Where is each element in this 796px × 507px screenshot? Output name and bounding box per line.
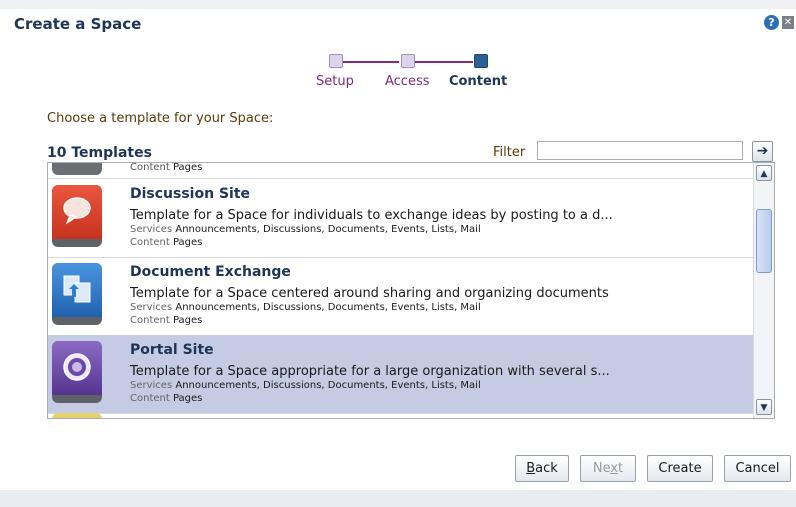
template-thumbnail xyxy=(52,341,102,403)
content-value: Pages xyxy=(172,162,203,173)
train-connector xyxy=(343,61,399,63)
content-label: Content xyxy=(130,393,170,404)
template-count: 10 Templates xyxy=(47,145,152,161)
next-label-prefix: Ne xyxy=(592,461,611,476)
list-item[interactable]: Content Pages xyxy=(48,163,754,179)
content-line: Content Pages xyxy=(130,162,203,173)
train-stop-content xyxy=(474,54,488,68)
template-description: Template for a Space centered around sha… xyxy=(130,286,609,301)
template-item-document-exchange[interactable]: Document Exchange Template for a Space c… xyxy=(48,257,754,336)
back-label-rest: ack xyxy=(535,461,558,476)
train-stop-setup[interactable] xyxy=(329,54,343,68)
template-name[interactable]: Portal Site xyxy=(130,342,214,358)
train-label-access[interactable]: Access xyxy=(385,74,430,89)
filter-go-button[interactable]: ➔ xyxy=(752,141,773,162)
dialog-title: Create a Space xyxy=(14,15,142,33)
template-thumbnail xyxy=(52,413,102,418)
train-label-setup[interactable]: Setup xyxy=(316,74,354,89)
services-label: Services xyxy=(130,380,173,391)
filter-input[interactable] xyxy=(537,141,743,160)
next-button[interactable]: Next xyxy=(580,455,636,482)
scroll-down-button[interactable]: ▼ xyxy=(756,399,772,415)
scrollbar-thumb[interactable] xyxy=(756,209,772,273)
train-stop-access[interactable] xyxy=(401,54,415,68)
chevron-down-icon: ▼ xyxy=(760,403,768,413)
bottom-band xyxy=(0,490,796,507)
template-name[interactable]: Document Exchange xyxy=(130,264,291,280)
train-connector xyxy=(415,61,473,63)
content-label: Content xyxy=(130,237,170,248)
chevron-up-icon: ▲ xyxy=(760,169,768,179)
help-icon[interactable]: ? xyxy=(764,15,779,30)
close-icon[interactable]: ✕ xyxy=(782,16,794,29)
services-line: Services Announcements, Discussions, Doc… xyxy=(130,380,481,391)
services-line: Services Announcements, Discussions, Doc… xyxy=(130,224,481,235)
speech-bubble-icon xyxy=(63,197,91,225)
content-label: Content xyxy=(130,162,170,173)
services-line: Services Announcements, Discussions, Doc… xyxy=(130,302,481,313)
template-list[interactable]: Content Pages Discussion Site Template f… xyxy=(47,162,775,419)
create-button[interactable]: Create xyxy=(647,455,713,482)
filter-label: Filter xyxy=(493,145,526,160)
content-label: Content xyxy=(130,315,170,326)
services-value: Announcements, Discussions, Documents, E… xyxy=(175,224,481,235)
services-label: Services xyxy=(130,302,173,313)
template-item-portal-site[interactable]: Portal Site Template for a Space appropr… xyxy=(48,335,754,414)
train-label-content: Content xyxy=(449,74,508,89)
document-exchange-icon xyxy=(63,275,91,303)
template-item-discussion-site[interactable]: Discussion Site Template for a Space for… xyxy=(48,179,754,258)
portal-icon xyxy=(63,353,91,381)
content-value: Pages xyxy=(172,393,203,404)
template-description: Template for a Space for individuals to … xyxy=(130,208,613,223)
list-item[interactable] xyxy=(48,410,754,418)
content-line: Content Pages xyxy=(130,315,202,326)
top-band xyxy=(0,0,796,9)
services-label: Services xyxy=(130,224,173,235)
next-label-rest: t xyxy=(618,461,624,476)
content-line: Content Pages xyxy=(130,393,202,404)
template-name[interactable]: Discussion Site xyxy=(130,186,250,202)
services-value: Announcements, Discussions, Documents, E… xyxy=(175,302,481,313)
arrow-right-icon: ➔ xyxy=(756,143,769,159)
next-accesskey: x xyxy=(610,461,619,476)
content-value: Pages xyxy=(172,315,203,326)
back-accesskey: B xyxy=(526,461,536,476)
template-thumbnail xyxy=(52,185,102,247)
vertical-scrollbar[interactable]: ▲ ▼ xyxy=(753,163,774,418)
services-value: Announcements, Discussions, Documents, E… xyxy=(175,380,481,391)
template-description: Template for a Space appropriate for a l… xyxy=(130,364,610,379)
back-button[interactable]: Back xyxy=(515,455,569,482)
template-thumbnail xyxy=(52,263,102,325)
template-thumbnail xyxy=(52,163,102,175)
scroll-up-button[interactable]: ▲ xyxy=(756,165,772,181)
content-value: Pages xyxy=(172,237,203,248)
cancel-button[interactable]: Cancel xyxy=(724,455,791,482)
content-line: Content Pages xyxy=(130,237,202,248)
template-prompt: Choose a template for your Space: xyxy=(47,111,274,126)
